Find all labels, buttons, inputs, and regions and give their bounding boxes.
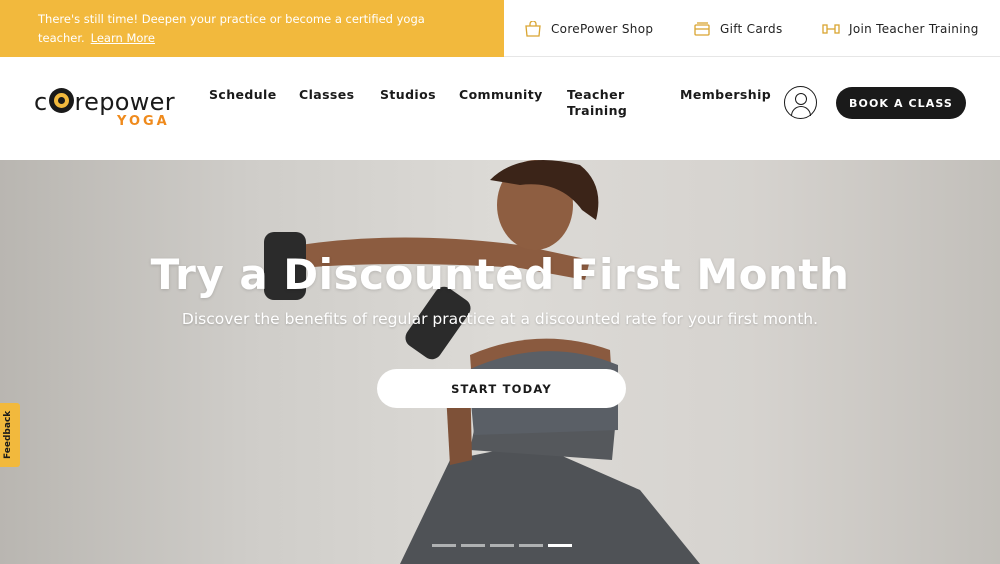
gift-card-icon [693,21,711,37]
logo-ring-icon [48,88,74,113]
nav-schedule[interactable]: Schedule [209,87,277,103]
nav-studios[interactable]: Studios [380,87,436,103]
feedback-label: Feedback [3,410,13,459]
nav-classes[interactable]: Classes [299,87,355,103]
nav-community[interactable]: Community [459,87,543,103]
main-nav: c repower YOGA Schedule Classes Studios C… [0,57,1000,160]
gift-cards-link[interactable]: Gift Cards [693,0,783,57]
gift-cards-label: Gift Cards [720,21,783,36]
nav-membership[interactable]: Membership [680,87,771,103]
carousel-dot[interactable] [432,544,456,547]
carousel-dot[interactable] [519,544,543,547]
dumbbell-icon [822,21,840,37]
promo-banner: There's still time! Deepen your practice… [0,0,504,57]
carousel-dot[interactable] [490,544,514,547]
hero-banner: Try a Discounted First Month Discover th… [0,160,1000,564]
shopping-bag-icon [524,19,542,37]
carousel-indicators [432,544,572,547]
book-class-button[interactable]: BOOK A CLASS [836,87,966,119]
hero-headline: Try a Discounted First Month [150,250,850,299]
shop-label: CorePower Shop [551,21,654,36]
teacher-training-label: Join Teacher Training [849,21,979,36]
utility-bar: There's still time! Deepen your practice… [0,0,1000,57]
hero-photo [264,160,700,564]
carousel-dot[interactable] [461,544,485,547]
logo-yoga: YOGA [117,114,170,129]
teacher-training-link[interactable]: Join Teacher Training [822,0,979,57]
hero-subline: Discover the benefits of regular practic… [181,310,819,328]
feedback-tab[interactable]: Feedback [0,403,20,467]
learn-more-link[interactable]: Learn More [91,31,155,45]
nav-teacher-training[interactable]: Teacher Training [567,87,637,119]
shop-link[interactable]: CorePower Shop [524,0,653,57]
corepower-logo[interactable]: c repower YOGA [34,87,189,129]
start-today-button[interactable]: START TODAY [377,369,626,408]
logo-wordmark: c repower [34,88,175,116]
carousel-dot-active[interactable] [548,544,572,547]
account-icon[interactable] [784,86,817,119]
